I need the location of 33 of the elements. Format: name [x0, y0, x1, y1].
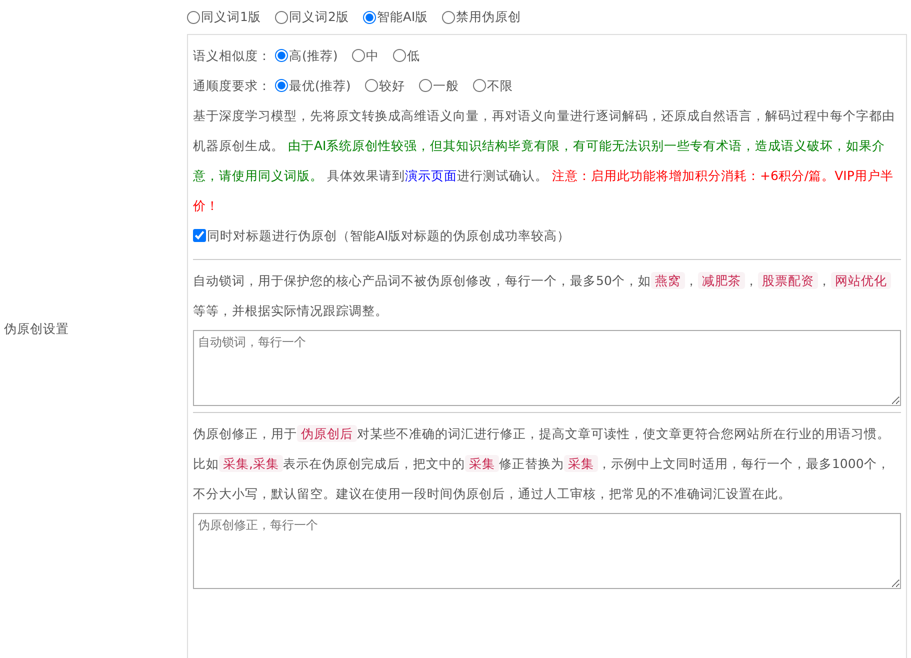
radio-button[interactable]: [472, 79, 486, 92]
radio-button[interactable]: [187, 10, 200, 24]
correction-field[interactable]: 伪原创修正，每行一个: [193, 513, 901, 590]
description-text: 基于深度学习模型，先将原文转换成高维语义向量，再对语义向量进行逐词解码，还原成自然语言，解码过程中每个字都由机器原创生成。 由于AI系统原创性较强，但其知识结构毕竟有限，有可能无法识别一些专有术语，造成语义破坏，如果介意，请使用同义词版。 具体效果请到演示页面进行测试确认。 注意：启用此功能将增加积分消耗：+6积分/篇。VIP用户半价！: [193, 106, 896, 215]
radio-button[interactable]: [275, 49, 288, 62]
lock-words-description: 自动锁词，用于保护您的核心产品词不被伪原创修改，每行一个，最多50个，如 燕窝 ， 减肥茶 ， 股票配资 ， 网站优化 等等，并根据实际情况跟踪调整。: [193, 266, 901, 326]
correction-description: 伪原创修正，用于 伪原创后 对某些不准确的词汇进行修正，提高文章可读性，使文章更符合您网站所在行业的用语习惯。比如 采集,采集 表示在伪原创完成后，把文中的 采集 修正替换为 采集 ，示例中上文同时适用，每行一个，最多1000个，不分大小写，默认留空。建议在使用一段时间伪原创后，通过人工审核，把常见的不准确词汇设置在此。: [193, 424, 891, 504]
field-label: 通顺度要求：: [193, 76, 271, 95]
option-label[interactable]: 同义词1版: [201, 8, 261, 27]
radio-button[interactable]: [352, 49, 365, 62]
setting-label: 伪原创设置: [4, 320, 69, 338]
option-label[interactable]: 较好: [378, 70, 405, 101]
radio-button[interactable]: [364, 79, 378, 92]
demo-page-link[interactable]: 演示页面: [404, 168, 457, 183]
field-label: 语义相似度：: [193, 46, 271, 65]
option-label[interactable]: 一般: [432, 70, 459, 101]
checkbox-label[interactable]: 同时对标题进行伪原创（智能AI版对标题的伪原创成功率较高）: [207, 220, 570, 251]
radio-button[interactable]: [362, 10, 376, 24]
lock-words-field[interactable]: 自动锁词，每行一个: [193, 330, 901, 406]
option-label[interactable]: 智能AI版: [376, 8, 428, 27]
option-label[interactable]: 同义词2版: [288, 8, 349, 27]
radio-button[interactable]: [274, 10, 288, 24]
option-label[interactable]: 禁用伪原创: [456, 8, 522, 27]
option-label[interactable]: 不限: [486, 70, 513, 101]
option-label[interactable]: 中: [366, 40, 379, 71]
radio-button[interactable]: [442, 10, 456, 24]
option-label[interactable]: 高(推荐): [289, 40, 338, 71]
radio-button[interactable]: [392, 49, 406, 62]
radio-button[interactable]: [418, 79, 432, 92]
option-label[interactable]: 最优(推荐): [289, 70, 351, 101]
option-label[interactable]: 低: [406, 40, 420, 71]
title-checkbox[interactable]: [193, 229, 206, 242]
radio-button[interactable]: [275, 79, 288, 92]
